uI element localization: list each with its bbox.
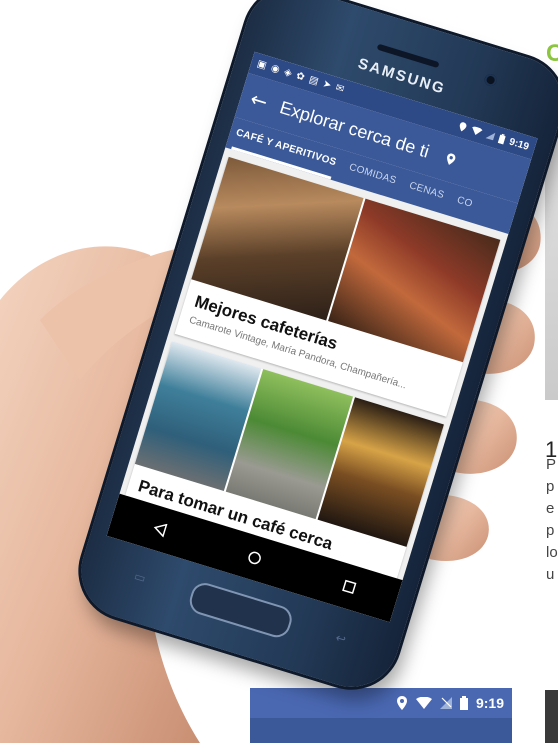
heading-initial: C (546, 40, 558, 67)
status-time: 9:19 (475, 695, 504, 711)
image-notification-icon: ▣ (255, 58, 268, 72)
paragraph-initial: P (546, 456, 557, 473)
app-notification-icon: ◈ (282, 66, 294, 80)
status-time: 9:19 (507, 136, 531, 153)
settings-notification-icon: ✿ (294, 70, 306, 84)
wifi-icon (415, 697, 432, 709)
location-pin-icon (396, 696, 407, 710)
nav-recents-icon[interactable] (331, 569, 366, 604)
paragraph-initial: u (546, 566, 555, 583)
no-signal-icon (439, 697, 452, 709)
messenger-icon: ◉ (269, 62, 282, 76)
no-signal-icon (485, 132, 496, 141)
location-pin-icon[interactable] (444, 151, 457, 166)
paragraph-initial: p (546, 522, 555, 539)
nav-home-icon[interactable] (237, 540, 272, 575)
back-arrow-icon[interactable]: ← (247, 86, 270, 114)
paragraph-initial: e (546, 500, 555, 517)
cursor-icon: ➤ (321, 78, 333, 92)
phone-device: SAMSUNG ▣ ◉ ◈ ✿ ▤ ➤ ✉ 9:19 ← Explorar ce (69, 0, 558, 699)
recent-apps-key-icon[interactable]: ▭ (131, 568, 150, 586)
article-image-crop (545, 690, 558, 743)
paragraph-initial: p (546, 478, 555, 495)
wifi-icon (472, 126, 483, 135)
status-bar-closeup: 9:19 (250, 688, 512, 743)
home-button[interactable] (186, 579, 296, 641)
location-pin-icon (459, 122, 467, 132)
phone-screen: ▣ ◉ ◈ ✿ ▤ ➤ ✉ 9:19 ← Explorar cerca de t… (106, 51, 538, 623)
back-key-icon[interactable]: ↩ (332, 630, 351, 646)
nav-back-icon[interactable] (143, 512, 178, 547)
front-camera (483, 72, 499, 88)
battery-icon (459, 696, 468, 710)
gallery-icon: ▤ (307, 74, 320, 88)
mail-icon: ✉ (334, 82, 346, 96)
tab-more[interactable]: CO (452, 186, 476, 221)
paragraph-initial: lo (546, 544, 558, 561)
battery-icon (497, 133, 506, 145)
